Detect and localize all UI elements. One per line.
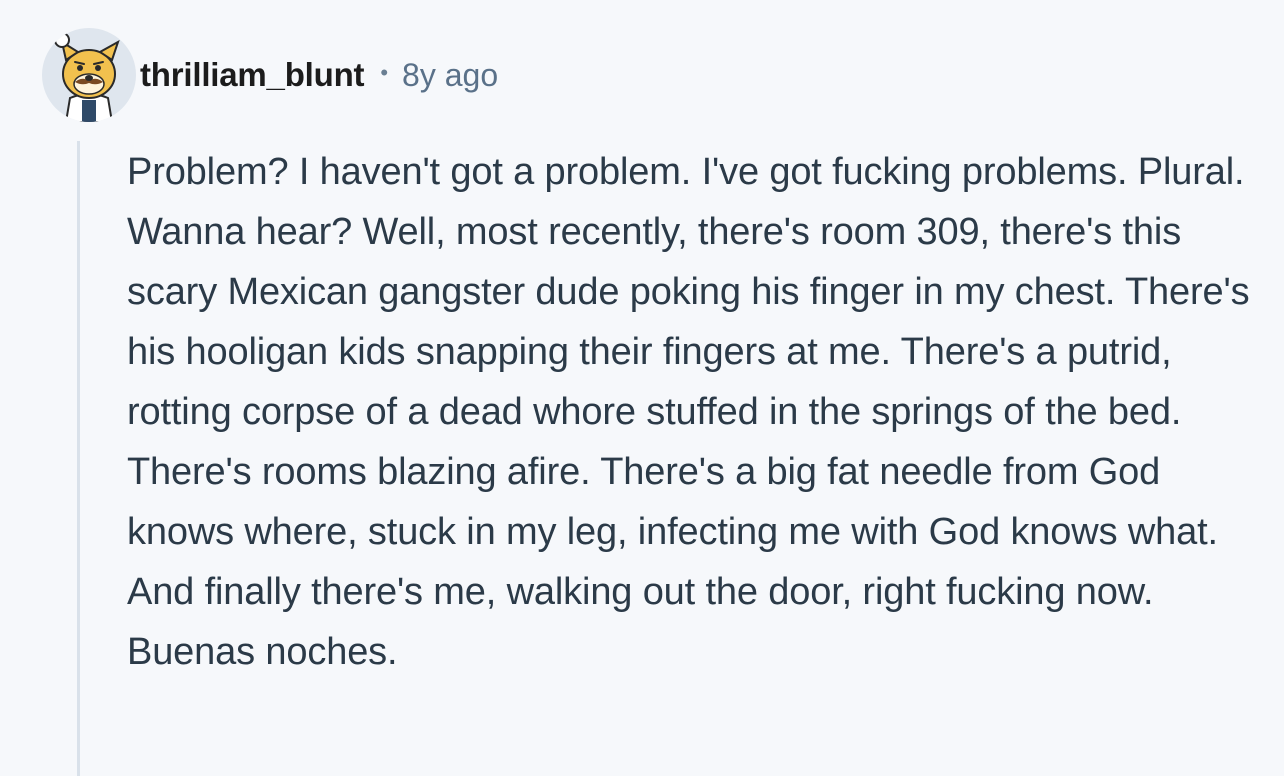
separator-dot: •: [380, 60, 389, 85]
avatar[interactable]: [42, 28, 136, 122]
thread-line[interactable]: [77, 141, 80, 776]
username-link[interactable]: thrilliam_blunt: [140, 56, 365, 94]
timestamp[interactable]: 8y ago: [402, 57, 498, 94]
doge-chef-avatar-icon: [54, 32, 120, 122]
comment-body: Problem? I haven't got a problem. I've g…: [127, 151, 1250, 673]
comment-header: thrilliam_blunt • 8y ago: [42, 28, 498, 122]
comment: thrilliam_blunt • 8y ago Problem? I have…: [0, 0, 1284, 776]
